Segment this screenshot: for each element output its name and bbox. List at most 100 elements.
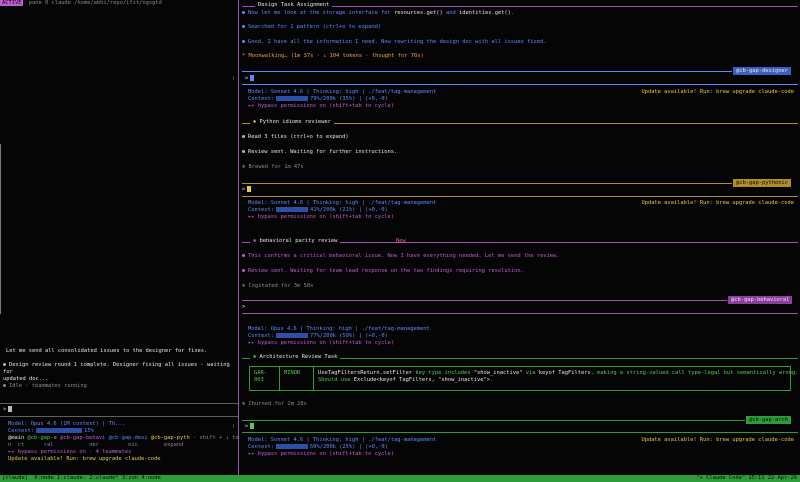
agent-gap-pythonic[interactable]: @cb-gap-pyth [151, 435, 190, 441]
designer-prompt: > [245, 75, 249, 82]
finding-desc-str: "show_inactive" [473, 370, 523, 376]
designer-bullet-2-icon [242, 25, 245, 28]
behavioral-context-line: Context: 77%/200k (59%) | (+0,-0) [248, 333, 794, 340]
designer-line-1: Now let me look at the storage interface… [242, 10, 514, 17]
behavioral-line-1: This confirms a critical behavioral issu… [242, 253, 560, 260]
left-idle-line: Idle · teammates running [3, 383, 87, 390]
arch-star2-icon: ✻ [242, 401, 246, 407]
pythonic-line1-text: Read 3 files (ctrl+o to expand) [248, 134, 349, 140]
finding-severity-cell: MINOR [280, 367, 314, 390]
behavioral-line2-text: Review sent. Waiting for team lead respo… [248, 268, 524, 274]
behavioral-line3-text: Cogitated for 3m 58s [248, 283, 314, 289]
tag-arch[interactable]: @cb-gap-arch [746, 416, 791, 424]
designer-input[interactable]: : > [232, 75, 255, 83]
arch-tag-divider [242, 420, 745, 421]
arch-context-bar [275, 444, 308, 449]
behavioral-context-bar [275, 333, 308, 338]
review-line-2: updated doc... [3, 376, 49, 382]
agent-main[interactable]: @main [8, 435, 24, 441]
left-pane-header: ACTIVE pane 0 claude /home/abhi/repo/ifi… [0, 0, 238, 8]
left-input[interactable]: > [3, 406, 235, 414]
designer-line1-and: and [446, 10, 456, 16]
left-update: Update available! Run: brew upgrade clau… [8, 456, 161, 462]
left-agents-row-2: n ct ral ner nic expand [8, 442, 238, 449]
designer-context-value: 79%/200k (35%) | (+0,-0) [309, 96, 388, 102]
left-context-bar [35, 428, 82, 433]
finding-desc-cell: UseTagFiltersReturn.setFilter key type i… [314, 367, 798, 390]
designer-input-divider [242, 84, 798, 85]
behavioral-line-3: ✻ Cogitated for 3m 58s [242, 283, 313, 290]
pythonic-context-value: 41%/200k (21%) | (+0,-0) [309, 207, 388, 213]
behavioral-star-icon: ✱ [253, 238, 257, 244]
tmux-window-list[interactable]: 0:node 1:claude- 2:claude* 3:zsh 4:node [34, 475, 161, 481]
pythonic-star-icon: ✱ [253, 119, 257, 125]
tmux-status-right: "✳ Claude Code" 15:11 22-Apr-26 [696, 475, 797, 481]
designer-line-2[interactable]: Searched for 1 pattern (ctrl+o to expand… [242, 24, 381, 31]
behavioral-input-divider [242, 313, 798, 314]
agent-gap-arch[interactable]: @cb-gap-a [27, 435, 56, 441]
pythonic-section-text: Python idioms reviewer [259, 119, 331, 125]
finding-desc-code2: keyof TagFilters [538, 370, 591, 376]
designer-bullet-3-icon [242, 40, 245, 43]
behavioral-prompt: > [242, 304, 246, 310]
agent-gap-designer[interactable]: @cb-gap-desi [109, 435, 148, 441]
left-bypass: ▸▸ bypass permissions on · 4 teammates [8, 449, 132, 455]
left-model-line: Model: Opus 4.6 (1M context) | Th... [8, 421, 125, 427]
pythonic-line-1[interactable]: Read 3 files (ctrl+o to expand) [242, 134, 349, 141]
arch-context-line: Context: 50%/200k (25%) | (+0,-0) [248, 444, 794, 451]
left-review-status: Design review round 1 complete. Designer… [3, 362, 235, 383]
designer-line1-end: . [510, 10, 515, 16]
designer-cursor [250, 75, 255, 81]
spinner-icon: * [242, 53, 246, 59]
pythonic-footer: Model: Sonnet 4.6 | Thinking: high | ./f… [248, 200, 794, 221]
tag-behavioral[interactable]: @cb-gap-behavioral [728, 296, 793, 304]
agent-gap-behavioral[interactable]: @cb-gap-behavi [60, 435, 105, 441]
pythonic-model-line: Model: Sonnet 4.6 | Thinking: high | ./f… [248, 200, 437, 206]
arch-context-value: 50%/200k (25%) | (+0,-0) [309, 444, 388, 450]
pythonic-context-bar [275, 207, 308, 212]
behavioral-input[interactable]: > [242, 304, 245, 311]
pane-split-vertical[interactable] [238, 0, 239, 475]
behavioral-line-2: Review sent. Waiting for team lead respo… [242, 268, 524, 275]
review-line-1: Design review round 1 complete. Designer… [3, 362, 230, 375]
tag-designer[interactable]: @cb-gap-designer [733, 67, 791, 75]
designer-line4-text: Moonwalking… (1m 37s · ↓ 104 tokens · th… [248, 53, 424, 59]
scroll-marks [0, 144, 1, 314]
behavioral-model-line: Model: Opus 4.6 | Thinking: high | ./fea… [248, 326, 430, 332]
behavioral-section-text: behavioral parity review [259, 238, 338, 244]
pythonic-bullet-2-icon [242, 150, 245, 153]
left-context-label: Context: [8, 428, 34, 434]
finding-desc-should: Should use [318, 377, 351, 383]
agents-row2-a: n [8, 442, 12, 448]
designer-footer: Model: Sonnet 4.6 | Thinking: high | ./f… [248, 89, 794, 110]
arch-input[interactable]: : > [232, 423, 255, 431]
arch-prompt: > [245, 423, 249, 430]
tmux-status-bar: [claude] 0:node 1:claude- 2:claude* 3:zs… [0, 475, 800, 482]
arch-context-label: Context: [248, 444, 274, 450]
finding-desc-code3: Exclude<keyof TagFilters, "show_inactive… [353, 377, 491, 383]
arch-line-1: ✻ Churned for 2m 28s [242, 401, 307, 408]
arch-input-divider [242, 432, 798, 433]
behavioral-footer: Model: Opus 4.6 | Thinking: high | ./fea… [248, 326, 794, 347]
pythonic-line-2: Review sent. Waiting for further instruc… [242, 149, 397, 156]
agents-row2-d: ner [89, 442, 99, 448]
agents-row2-e: nic [128, 442, 138, 448]
designer-line1-code1: resources.get() [394, 10, 443, 16]
arch-model-line: Model: Sonnet 4.6 | Thinking: high | ./f… [248, 437, 437, 443]
designer-update: Update available! Run: brew upgrade clau… [641, 89, 794, 95]
pythonic-input[interactable]: > [242, 186, 252, 194]
designer-line2-text: Searched for 1 pattern (ctrl+o to expand… [248, 24, 382, 30]
pythonic-line-3: ✻ Brewed for 1m 47s [242, 164, 304, 171]
left-input-bottom-divider [0, 416, 238, 417]
pythonic-section-title: ✱ Python idioms reviewer [250, 119, 334, 126]
designer-tag-divider [242, 71, 732, 72]
behavioral-context-value: 77%/200k (59%) | (+0,-0) [309, 333, 388, 339]
finding-desc-via: via [525, 370, 536, 376]
pythonic-input-divider [242, 196, 798, 197]
tag-pythonic[interactable]: @cb-gap-pythonic [733, 179, 791, 187]
arch-star-icon: ✱ [253, 354, 257, 360]
pythonic-line3-text: Brewed for 1m 47s [248, 164, 304, 170]
pythonic-cursor [247, 186, 252, 192]
finding-desc-text2: , making a string-valued call type-legal… [590, 370, 799, 376]
behavioral-new-badge: New [396, 238, 406, 244]
